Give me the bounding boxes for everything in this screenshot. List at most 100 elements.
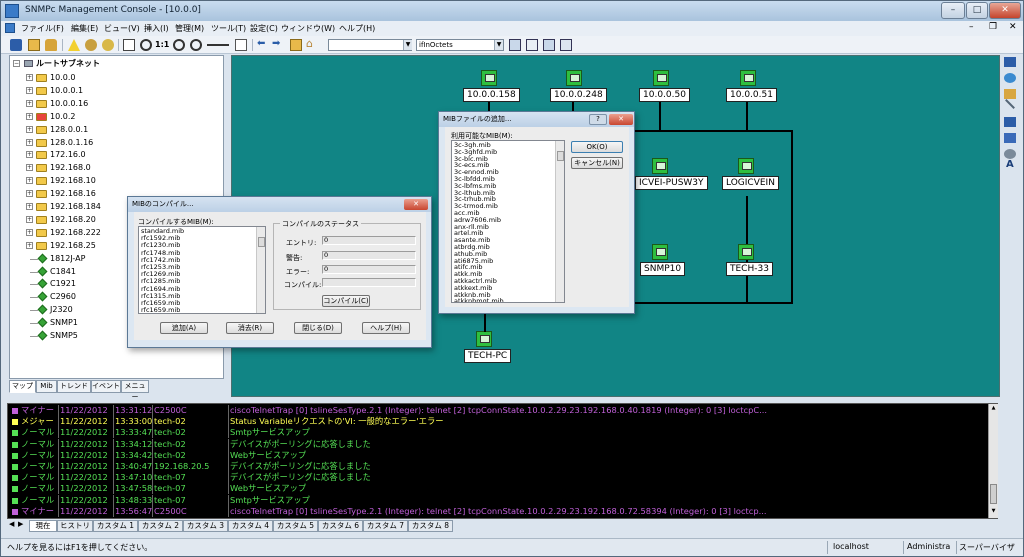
zoom-fit-icon[interactable]	[123, 39, 135, 51]
compile-mib-list[interactable]: standard.mib rfc1592.mib rfc1230.mib rfc174…	[138, 226, 266, 314]
cancel-button[interactable]: キャンセル(N)	[571, 157, 623, 169]
tab-map[interactable]: マップ	[9, 380, 36, 393]
dialog-close-button[interactable]: ✕	[404, 199, 428, 210]
mdi-close-icon[interactable]: ✕	[1009, 22, 1017, 32]
available-mib-item[interactable]: atkknbmgt.mib	[454, 298, 504, 302]
expand-icon[interactable]: +	[26, 112, 33, 120]
menu-help[interactable]: ヘルプ(H)	[339, 23, 375, 34]
log-scrollbar[interactable]: ▲ ▼	[988, 404, 998, 518]
map-select[interactable]	[328, 39, 412, 51]
expand-icon[interactable]: +	[26, 99, 33, 107]
scroll-up-icon[interactable]: ▲	[990, 405, 997, 412]
event-icon[interactable]	[85, 39, 97, 51]
menu-manage[interactable]: 管理(M)	[175, 23, 204, 34]
zoom-in-icon[interactable]	[173, 39, 185, 51]
mdi-icon[interactable]	[5, 23, 15, 33]
alarm-bell-icon[interactable]	[68, 39, 80, 51]
expand-icon[interactable]: +	[26, 86, 33, 94]
tab-event[interactable]: イベント	[91, 380, 121, 393]
binoculars-icon[interactable]	[10, 39, 22, 51]
delete-button[interactable]: 消去(R)	[226, 322, 274, 334]
line-tool-icon[interactable]	[207, 44, 229, 46]
mdi-restore-icon[interactable]: ❐	[989, 22, 997, 32]
compile-button[interactable]: コンパイル(C)	[322, 295, 370, 307]
menu-window[interactable]: ウィンドウ(W)	[281, 23, 335, 34]
close-button[interactable]: ✕	[989, 2, 1021, 19]
minimize-button[interactable]: –	[941, 2, 965, 19]
link-tool-icon[interactable]	[1005, 99, 1015, 109]
find-icon[interactable]	[1004, 89, 1016, 99]
scroll-thumb[interactable]	[990, 484, 997, 504]
help-button[interactable]: ヘルプ(H)	[362, 322, 410, 334]
tab-current[interactable]: 現在	[29, 520, 57, 532]
dialog-close-button[interactable]: ✕	[609, 114, 633, 125]
refresh-icon[interactable]	[1004, 73, 1016, 83]
tab-mib[interactable]: Mib	[36, 380, 57, 393]
log-row[interactable]: ノーマル 11/22/2012 13:40:47 192.168.20.5 デバイスがポ…	[8, 461, 988, 472]
tab-custom-2[interactable]: カスタム 2	[138, 520, 183, 532]
chevron-down-icon[interactable]: ▼	[403, 40, 412, 50]
box-tool-icon[interactable]	[235, 39, 247, 51]
expand-icon[interactable]: +	[26, 190, 33, 198]
zoom-out-icon[interactable]	[190, 39, 202, 51]
help-question-button[interactable]: ?	[589, 114, 607, 125]
chart-icon[interactable]	[526, 39, 538, 51]
expand-icon[interactable]: +	[26, 228, 33, 236]
zoom-1to1[interactable]: 1:1	[155, 40, 169, 49]
close-dialog-button[interactable]: 閉じる(D)	[294, 322, 342, 334]
graph-icon[interactable]	[543, 39, 555, 51]
tab-custom-4[interactable]: カスタム 4	[228, 520, 273, 532]
text-tool-icon[interactable]: A	[1006, 159, 1014, 170]
log-row[interactable]: ノーマル 11/22/2012 13:33:47 tech-02 Smtpサービスアップ	[8, 427, 988, 439]
select-icon[interactable]	[1004, 57, 1016, 67]
tab-custom-7[interactable]: カスタム 7	[363, 520, 408, 532]
home-icon[interactable]: ⌂	[306, 37, 313, 50]
menu-file[interactable]: ファイル(F)	[21, 23, 64, 34]
scroll-down-icon[interactable]: ▼	[990, 508, 997, 515]
lock-icon[interactable]	[45, 39, 57, 51]
tab-custom-8[interactable]: カスタム 8	[408, 520, 453, 532]
log-row[interactable]: ノーマル 11/22/2012 13:34:42 tech-02 Webサービスアップ	[8, 449, 988, 461]
event-log-panel[interactable]: マイナー 11/22/2012 13:31:12 C2500C ciscoTelnetT…	[7, 403, 998, 519]
tab-scroll-left-icon[interactable]: ◀	[9, 520, 14, 528]
menu-view[interactable]: ビュー(V)	[104, 23, 140, 34]
tab-scroll-right-icon[interactable]: ▶	[18, 520, 23, 528]
scrollbar[interactable]	[555, 141, 564, 302]
menu-insert[interactable]: 挿入(I)	[144, 23, 169, 34]
add-button[interactable]: 追加(A)	[160, 322, 208, 334]
tab-history[interactable]: ヒストリ	[57, 520, 93, 532]
menu-tools[interactable]: ツール(T)	[211, 23, 246, 34]
tab-menu[interactable]: メニュー	[121, 380, 149, 401]
arrange-icon[interactable]	[1004, 117, 1016, 127]
expand-icon[interactable]: +	[26, 125, 33, 133]
tab-custom-3[interactable]: カスタム 3	[183, 520, 228, 532]
menu-settings[interactable]: 設定(C)	[250, 23, 278, 34]
ok-button[interactable]: OK(O)	[571, 141, 623, 153]
expand-icon[interactable]: +	[26, 203, 33, 210]
log-row[interactable]: メジャー 11/22/2012 13:33:00 tech-02 Status Vari…	[8, 416, 988, 428]
log-row[interactable]: ノーマル 11/22/2012 13:34:12 tech-02 デバイスがポーリングに…	[8, 438, 988, 450]
log-row[interactable]: マイナー 11/22/2012 13:56:47 C2500C ciscoTelnetT…	[8, 505, 988, 517]
expand-icon[interactable]: +	[26, 241, 33, 249]
scroll-thumb[interactable]	[258, 237, 265, 247]
expand-icon[interactable]: +	[26, 215, 33, 223]
report-icon[interactable]	[560, 39, 572, 51]
available-mib-list[interactable]: 3c-3gh.mib 3c-3ghfd.mib 3c-blc.mib 3c-ecs.m…	[451, 140, 565, 303]
log-row[interactable]: ノーマル 11/22/2012 13:47:10 tech-07 デバイスがポーリングに…	[8, 472, 988, 484]
scrollbar[interactable]	[256, 227, 265, 313]
forward-arrow-icon[interactable]: ➡	[272, 38, 280, 49]
expand-icon[interactable]: +	[26, 177, 33, 185]
poll-icon[interactable]	[102, 39, 114, 51]
expand-icon[interactable]: +	[26, 74, 33, 81]
expand-icon[interactable]: +	[26, 164, 33, 172]
expand-icon[interactable]	[1004, 133, 1016, 143]
menu-edit[interactable]: 編集(E)	[71, 23, 98, 34]
table-icon[interactable]	[509, 39, 521, 51]
expand-icon[interactable]: +	[26, 138, 33, 146]
collapse-icon[interactable]: −	[13, 60, 20, 67]
scroll-thumb[interactable]	[557, 151, 564, 161]
maximize-button[interactable]: □	[966, 2, 988, 19]
log-row[interactable]: ノーマル 11/22/2012 13:48:33 tech-07 Smtpサービスアップ	[8, 494, 988, 506]
expand-icon[interactable]: +	[26, 151, 33, 159]
variable-select[interactable]: ifInOctets ▼	[416, 39, 504, 51]
